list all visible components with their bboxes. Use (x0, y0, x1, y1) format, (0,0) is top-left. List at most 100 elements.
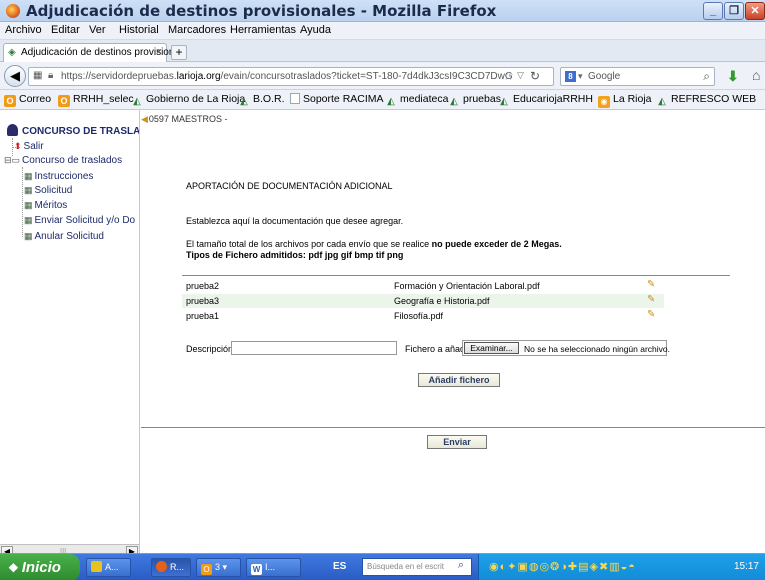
tree-folder-concurso[interactable]: ⊟▭ Concurso de traslados (4, 155, 122, 166)
bookmark-refresco-web[interactable]: ◭ REFRESCO WEB (656, 93, 756, 108)
green-folder-icon: ◭ (387, 96, 395, 107)
delete-file-icon[interactable]: ✎ (647, 294, 655, 305)
send-button[interactable]: Enviar (427, 435, 487, 449)
menu-archivo[interactable]: Archivo (5, 24, 42, 36)
description-label: Descripción (186, 344, 234, 354)
taskbar-item[interactable]: W I... (246, 558, 301, 577)
tree-item-solicitud[interactable]: ▦ Solicitud (24, 185, 72, 196)
scroll-right-icon[interactable]: ▶ (126, 546, 138, 553)
bookmarks-bar: O Correo O RRHH_selec ◭ Gobierno de La Rioj… (0, 90, 765, 110)
exit-icon: ⬆ (14, 141, 22, 151)
search-icon[interactable]: ⌕ (703, 69, 710, 84)
tree-item-enviar-solicitud[interactable]: ▦ Enviar Solicitud y/o Do (24, 215, 135, 226)
url-text[interactable]: https://servidordepruebas.larioja.org/ev… (61, 71, 513, 82)
grid-icon: ▦ (24, 185, 33, 195)
tree-item-anular-solicitud[interactable]: ▦ Anular Solicitud (24, 231, 104, 242)
windows-logo-icon: ❖ (8, 561, 19, 575)
system-tray: ◉◐✦▣◍◎❂◑✚▤◈✖▥◒◓ 15:17 (478, 554, 765, 580)
breadcrumb: ◀0597 MAESTROS - (141, 114, 228, 124)
grid-icon: ▦ (24, 231, 33, 241)
menu-marcadores[interactable]: Marcadores (168, 24, 226, 36)
tree-item-salir[interactable]: ⬆ Salir (14, 141, 44, 152)
browser-tab[interactable]: ◈ Adjudicación de destinos provision... … (3, 43, 183, 62)
site-favicon-icon: ◈ (8, 47, 16, 58)
window-title-bar[interactable]: Adjudicación de destinos provisionales -… (0, 0, 765, 22)
start-button[interactable]: ❖ Inicio (0, 554, 80, 580)
horizontal-scrollbar[interactable]: ◀ ||| ▶ (0, 544, 139, 553)
tree-connector (22, 167, 23, 237)
clock[interactable]: 15:17 (734, 561, 759, 572)
bookmark-soporte-racima[interactable]: Soporte RACIMA (290, 93, 384, 105)
menu-herramientas[interactable]: Herramientas (230, 24, 296, 36)
word-icon: W (251, 564, 262, 575)
taskbar-item[interactable]: O3 ▾ (196, 558, 241, 577)
windows-taskbar: ❖ Inicio A... R... O3 ▾ W I... ES Búsqueda… (0, 553, 765, 580)
file-row: prueba3 Geografía e Historia.pdf ✎ (182, 294, 664, 308)
delete-file-icon[interactable]: ✎ (647, 279, 655, 290)
menu-ayuda[interactable]: Ayuda (300, 24, 331, 36)
scroll-left-icon[interactable]: ◀ (1, 546, 13, 553)
size-limit-text: El tamaño total de los archivos por cada… (186, 239, 562, 249)
maximize-button[interactable]: ❐ (724, 2, 744, 20)
download-icon[interactable]: ⬇ (727, 68, 739, 85)
bookmark-correo[interactable]: O Correo (4, 93, 51, 107)
bookmark-star-icon[interactable]: ☆ (503, 69, 514, 83)
files-divider (182, 275, 730, 276)
bookmark-bor[interactable]: ◭ B.O.R. (238, 93, 284, 108)
tab-strip: ◈ Adjudicación de destinos provision... … (0, 40, 765, 62)
reload-icon[interactable]: ↻ (530, 69, 540, 83)
file-name: prueba2 (186, 281, 220, 291)
delete-file-icon[interactable]: ✎ (647, 309, 655, 320)
description-input[interactable] (231, 341, 397, 355)
instructions-text: Establezca aquí la documentación que des… (186, 216, 404, 226)
main-divider (141, 427, 765, 428)
tree-item-instrucciones[interactable]: ▦ Instrucciones (24, 171, 93, 182)
tray-icons[interactable]: ◉◐✦▣◍◎❂◑✚▤◈✖▥◒◓ (489, 560, 636, 573)
minimize-button[interactable]: _ (703, 2, 723, 20)
search-engine-dropdown-icon[interactable]: ▾ (578, 71, 583, 82)
add-file-button[interactable]: Añadir fichero (418, 373, 500, 387)
taskbar-item[interactable]: R... (151, 558, 191, 577)
file-picker[interactable]: Examinar... No se ha seleccionado ningún… (462, 340, 671, 356)
user-icon (7, 124, 18, 136)
bookmark-rrhh-selec[interactable]: O RRHH_selec (58, 93, 134, 107)
taskbar-item[interactable]: A... (86, 558, 131, 577)
search-engine-icon[interactable]: 8 (565, 71, 576, 82)
navigation-bar: ◀ ▦ 🔒︎ https://servidordepruebas.larioja… (0, 62, 765, 90)
tree-root[interactable]: CONCURSO DE TRASLAD (7, 124, 139, 137)
green-folder-icon: ◭ (240, 96, 248, 107)
new-tab-button[interactable]: + (171, 45, 187, 60)
language-indicator[interactable]: ES (333, 561, 346, 572)
file-row: prueba2 Formación y Orientación Laboral.… (182, 279, 664, 293)
home-icon[interactable]: ⌂ (752, 67, 760, 83)
collapse-arrow-icon[interactable]: ◀ (141, 114, 148, 124)
back-button[interactable]: ◀ (4, 65, 26, 87)
orange-o-icon: O (58, 95, 70, 107)
menu-ver[interactable]: Ver (89, 24, 106, 36)
file-description: Geografía e Historia.pdf (394, 296, 490, 306)
menu-historial[interactable]: Historial (119, 24, 159, 36)
bookmark-mediateca[interactable]: ◭ mediateca (385, 93, 448, 108)
bookmark-pruebas[interactable]: ◭ pruebas (448, 93, 501, 108)
file-description: Formación y Orientación Laboral.pdf (394, 281, 540, 291)
site-identity-icon[interactable]: ▦ (33, 70, 42, 81)
bookmark-educariojarrhh[interactable]: ◭ EducariojaRRHH (498, 93, 593, 108)
navigation-tree-panel: CONCURSO DE TRASLAD ⬆ Salir ⊟▭ Concurso de… (0, 110, 140, 553)
url-dropdown-icon[interactable]: ▽ (517, 70, 524, 81)
browse-button[interactable]: Examinar... (464, 342, 519, 354)
bookmark-la-rioja[interactable]: ◉ La Rioja (598, 93, 652, 108)
bookmark-gobierno[interactable]: ◭ Gobierno de La Rioja (131, 93, 245, 108)
firefox-icon (156, 561, 167, 572)
window-title: Adjudicación de destinos provisionales -… (26, 2, 497, 20)
main-content: ◀0597 MAESTROS - APORTACIÓN DE DOCUMENTA… (141, 110, 765, 553)
url-bar[interactable]: ▦ 🔒︎ https://servidordepruebas.larioja.o… (28, 67, 554, 86)
tab-close-icon[interactable]: × (156, 46, 162, 58)
close-window-button[interactable]: ✕ (745, 2, 765, 20)
page-icon (290, 93, 300, 104)
desktop-search-icon[interactable]: ⌕ (452, 559, 470, 575)
tree-item-meritos[interactable]: ▦ Méritos (24, 200, 67, 211)
no-file-selected-text: No se ha seleccionado ningún archivo. (524, 344, 671, 354)
search-bar[interactable]: 8 ▾ Google ⌕ (560, 67, 715, 86)
green-folder-icon: ◭ (500, 96, 508, 107)
menu-editar[interactable]: Editar (51, 24, 80, 36)
